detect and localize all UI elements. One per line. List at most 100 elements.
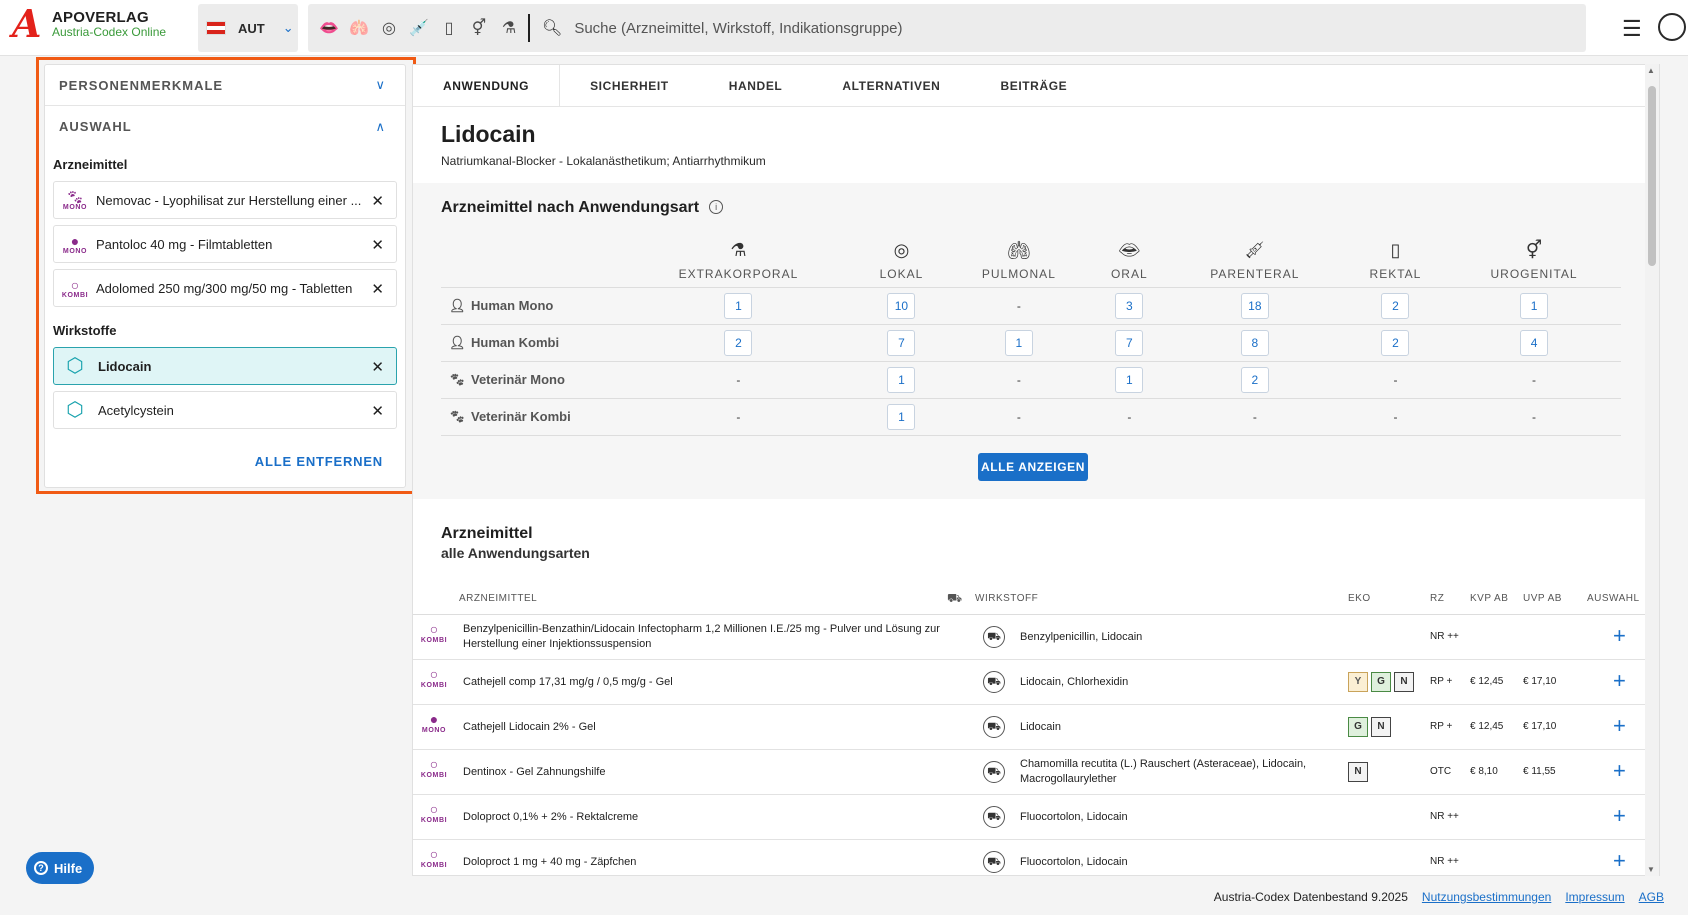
count-link[interactable]: 1 [887,366,916,393]
drug-name[interactable]: Doloproct 1 mg + 40 mg - Zäpfchen [463,840,943,875]
count-link[interactable]: 10 [887,292,916,319]
delivery-truck-icon: ⛟ [983,806,1005,828]
remove-icon[interactable]: ✕ [371,402,384,420]
human-kombi-badge: ○ KOMBI [60,278,90,299]
count-link[interactable]: 2 [1381,329,1410,356]
count-link[interactable]: 1 [1004,329,1033,356]
count-link[interactable]: 4 [1520,329,1549,356]
add-icon[interactable]: + [1613,803,1626,829]
drug-row[interactable]: ○ KOMBI Benzylpenicillin-Benzathin/Lidocai… [413,615,1649,660]
header-wirkstoff[interactable]: WIRKSTOFF [975,593,1038,604]
drug-name[interactable]: Doloproct 0,1% + 2% - Rektalcreme [463,795,943,839]
header-rz[interactable]: RZ [1430,593,1444,604]
search-input[interactable] [574,19,1475,37]
eko-badges: YGN [1348,672,1414,692]
help-button[interactable]: ? Hilfe [26,852,95,884]
remove-icon[interactable]: ✕ [371,358,384,376]
tab-anwendung[interactable]: ANWENDUNG [413,65,561,106]
count-link[interactable]: 7 [1115,329,1144,356]
tab-alternativen[interactable]: ALTERNATIVEN [812,65,970,106]
remove-icon[interactable]: ✕ [371,280,384,298]
header-kvp[interactable]: KVP AB [1470,593,1508,604]
selected-drug-item[interactable]: 🐾︎ MONO Nemovac - Lyophilisat zur Herste… [53,181,397,219]
info-icon[interactable]: i [709,200,724,214]
tab-handel[interactable]: HANDEL [699,65,813,106]
add-icon[interactable]: + [1613,848,1626,874]
eko-box: N [1348,762,1368,782]
footer-link-nutzungsbestimmungen[interactable]: Nutzungsbestimmungen [1422,890,1551,904]
country-selector[interactable]: AUT ⌄ [198,4,298,52]
user-avatar-icon[interactable] [1658,13,1686,41]
grid-row-label: 👤︎ Human Mono [441,286,619,324]
scroll-thumb[interactable] [1648,86,1656,266]
drug-row[interactable]: ● MONO Cathejell Lidocain 2% - Gel ⛟ Lidocai… [413,705,1649,750]
eko-box: G [1371,672,1391,692]
parenteral-syringe-icon[interactable]: 💉 [408,17,430,39]
eko-box: N [1394,672,1414,692]
header-uvp[interactable]: UVP AB [1523,593,1562,604]
tab-beitraege[interactable]: BEITRÄGE [970,65,1097,106]
count-link[interactable]: 7 [887,329,916,356]
footer-link-impressum[interactable]: Impressum [1565,890,1624,904]
count-link[interactable]: 1 [1520,292,1549,319]
footer-link-agb[interactable]: AGB [1639,890,1664,904]
count-link[interactable]: 8 [1240,329,1269,356]
count-link[interactable]: 2 [1381,292,1410,319]
oral-lips-icon[interactable]: 👄 [318,17,340,39]
selected-drug-item[interactable]: ● MONO Pantoloc 40 mg - Filmtabletten ✕ [53,225,397,263]
apoverlag-logo[interactable]: A APOVERLAG Austria-Codex Online [12,4,192,52]
accordion-personenmerkmale[interactable]: PERSONENMERKMALE ∨ [45,65,405,106]
grid-cell: 1 [945,323,1093,361]
drug-name[interactable]: Cathejell Lidocain 2% - Gel [463,705,943,749]
grid-cell: 2 [1165,360,1344,398]
count-link[interactable]: 3 [1115,292,1144,319]
header-arzneimittel[interactable]: ARZNEIMITTEL [459,593,537,604]
accordion-auswahl[interactable]: AUSWAHL ∧ [45,106,405,147]
selected-wirkstoff-item[interactable]: ⬡ Lidocain ✕ [53,347,397,385]
count-link[interactable]: 1 [887,403,916,430]
scroll-up-icon[interactable]: ▲ [1647,66,1655,75]
drug-name[interactable]: Dentinox - Gel Zahnungshilfe [463,750,943,794]
count-link[interactable]: 2 [724,329,753,356]
header-eko[interactable]: EKO [1348,593,1371,604]
add-icon[interactable]: + [1613,668,1626,694]
selected-wirkstoff-item[interactable]: ⬡ Acetylcystein ✕ [53,391,397,429]
lips-icon: 👄︎ [1117,239,1141,260]
extrakorporal-icon[interactable]: ⚗ [498,17,520,39]
empty-count: - [1127,409,1132,424]
remove-icon[interactable]: ✕ [371,192,384,210]
scroll-down-icon[interactable]: ▼ [1647,865,1655,874]
chevron-up-icon: ∧ [375,118,385,134]
drug-row[interactable]: ○ KOMBI Cathejell comp 17,31 mg/g / 0,5 mg… [413,660,1649,705]
drug-row[interactable]: ○ KOMBI Doloproct 1 mg + 40 mg - Zäpfchen ⛟… [413,840,1649,875]
veterinary-mono-icon: 🐾︎ [449,371,466,387]
remove-all-button[interactable]: ALLE ENTFERNEN [255,454,383,469]
hamburger-menu-icon[interactable]: ☰ [1622,16,1642,42]
footer: Austria-Codex Datenbestand 9.2025 Nutzun… [1214,890,1664,904]
pulmonal-lungs-icon[interactable]: 🫁 [348,17,370,39]
drug-name[interactable]: Benzylpenicillin-Benzathin/Lidocain Infe… [463,615,943,659]
count-link[interactable]: 1 [1115,366,1144,393]
tab-sicherheit[interactable]: SICHERHEIT [560,65,699,106]
rz-value: RP + [1430,721,1453,732]
add-icon[interactable]: + [1613,758,1626,784]
add-icon[interactable]: + [1613,623,1626,649]
main-scrollbar[interactable]: ▲ ▼ [1645,64,1659,876]
selected-drug-item[interactable]: ○ KOMBI Adolomed 250 mg/300 mg/50 mg - T… [53,269,397,307]
count-link[interactable]: 2 [1240,366,1269,393]
list-subtitle: alle Anwendungsarten [441,545,590,561]
drug-row[interactable]: ○ KOMBI Doloproct 0,1% + 2% - Rektalcreme ⛟… [413,795,1649,840]
add-icon[interactable]: + [1613,713,1626,739]
lokal-icon[interactable]: ◎ [378,17,400,39]
show-all-button[interactable]: ALLE ANZEIGEN [978,453,1088,481]
count-link[interactable]: 18 [1240,292,1269,319]
column-label: EXTRAKORPORAL [678,266,799,281]
grid-cell: - [1343,360,1448,398]
chevron-down-icon: ⌄ [282,20,294,35]
urogenital-icon[interactable]: ⚥ [468,17,490,39]
rektal-icon[interactable]: ▯ [438,17,460,39]
remove-icon[interactable]: ✕ [371,236,384,254]
drug-name[interactable]: Cathejell comp 17,31 mg/g / 0,5 mg/g - G… [463,660,943,704]
count-link[interactable]: 1 [724,292,753,319]
drug-row[interactable]: ○ KOMBI Dentinox - Gel Zahnungshilfe ⛟ Chamo… [413,750,1649,795]
